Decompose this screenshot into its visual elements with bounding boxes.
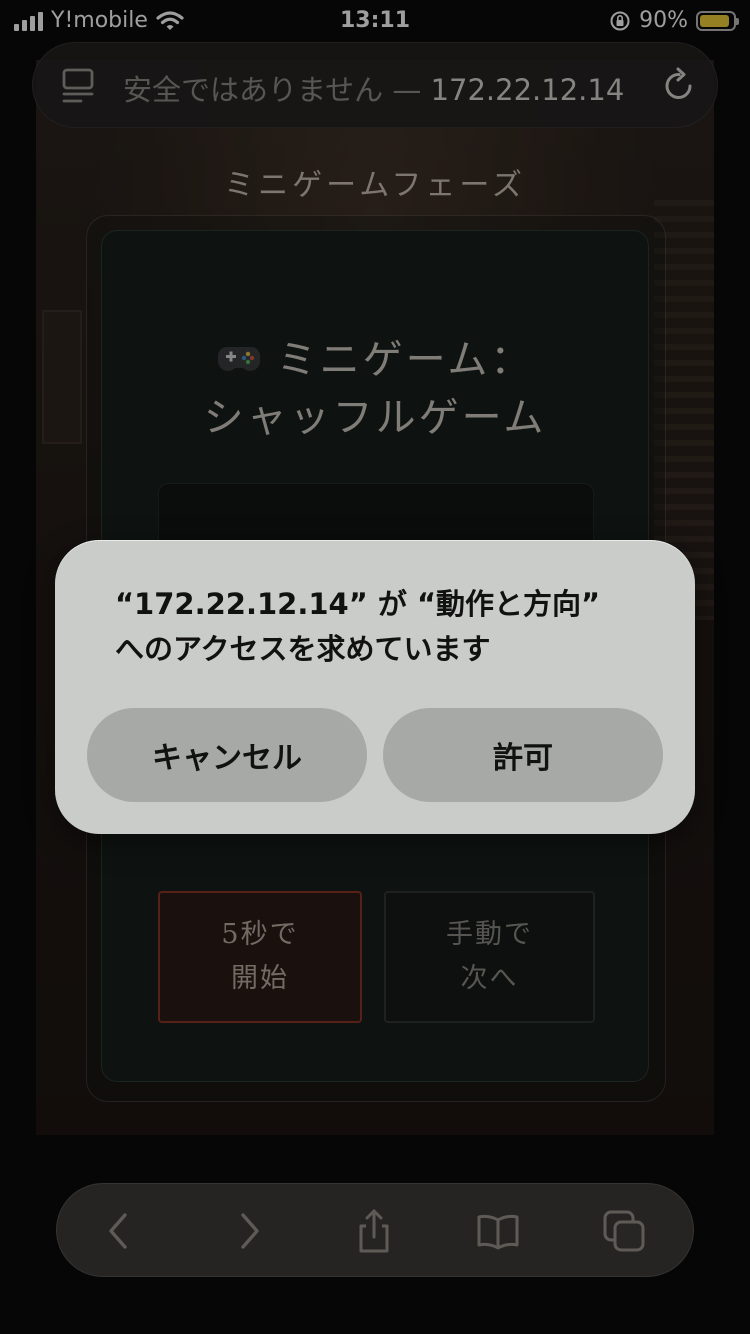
orientation-lock-icon	[610, 11, 630, 30]
background-picture-frame	[42, 310, 82, 444]
gamepad-icon	[217, 347, 260, 371]
share-icon[interactable]	[351, 1208, 397, 1254]
status-right: 90%	[609, 8, 739, 33]
manual-button-line1: 手動で	[446, 919, 533, 950]
forward-icon[interactable]	[225, 1208, 271, 1254]
screen: ミニゲームフェーズ ミニゲーム： シャッフルゲーム 5秒で 開始 手動で 次へ …	[0, 0, 750, 1334]
motion-permission-dialog: “172.22.12.14” が “動作と方向” へのアクセスを求めています キ…	[55, 540, 695, 834]
reload-icon[interactable]	[661, 65, 697, 105]
dialog-message-line2: へのアクセスを求めています	[115, 632, 491, 666]
battery-percent: 90%	[639, 8, 688, 33]
dialog-message: “172.22.12.14” が “動作と方向” へのアクセスを求めています	[115, 582, 655, 672]
allow-button[interactable]: 許可	[383, 708, 663, 802]
back-icon[interactable]	[97, 1208, 143, 1254]
start-in-5-seconds-button[interactable]: 5秒で 開始	[158, 891, 362, 1023]
address-bar[interactable]: 安全ではありません — 172.22.12.14	[32, 42, 718, 128]
start-button-line1: 5秒で	[221, 919, 299, 950]
battery-level	[700, 14, 729, 27]
start-button-line2: 開始	[231, 963, 289, 994]
phase-title: ミニゲームフェーズ	[224, 168, 526, 203]
cancel-button[interactable]: キャンセル	[87, 708, 367, 802]
page-menu-icon[interactable]	[61, 67, 95, 105]
game-title-line2: シャッフルゲーム	[203, 395, 547, 441]
manual-next-button[interactable]: 手動で 次へ	[384, 891, 595, 1023]
url-host: 172.22.12.14	[430, 73, 625, 107]
security-warning: 安全ではありません —	[123, 73, 422, 107]
browser-toolbar	[56, 1183, 694, 1277]
url-text[interactable]: 安全ではありません — 172.22.12.14	[123, 67, 624, 109]
game-title-line1: ミニゲーム：	[276, 337, 534, 383]
manual-button-line2: 次へ	[460, 963, 519, 994]
bookmarks-icon[interactable]	[475, 1208, 521, 1254]
dialog-message-line1: “172.22.12.14” が “動作と方向”	[115, 587, 601, 621]
game-title: ミニゲーム： シャッフルゲーム	[102, 331, 648, 447]
battery-icon	[696, 10, 739, 31]
tabs-icon[interactable]	[601, 1208, 647, 1254]
status-bar: Y!mobile 13:11 90%	[0, 0, 750, 42]
